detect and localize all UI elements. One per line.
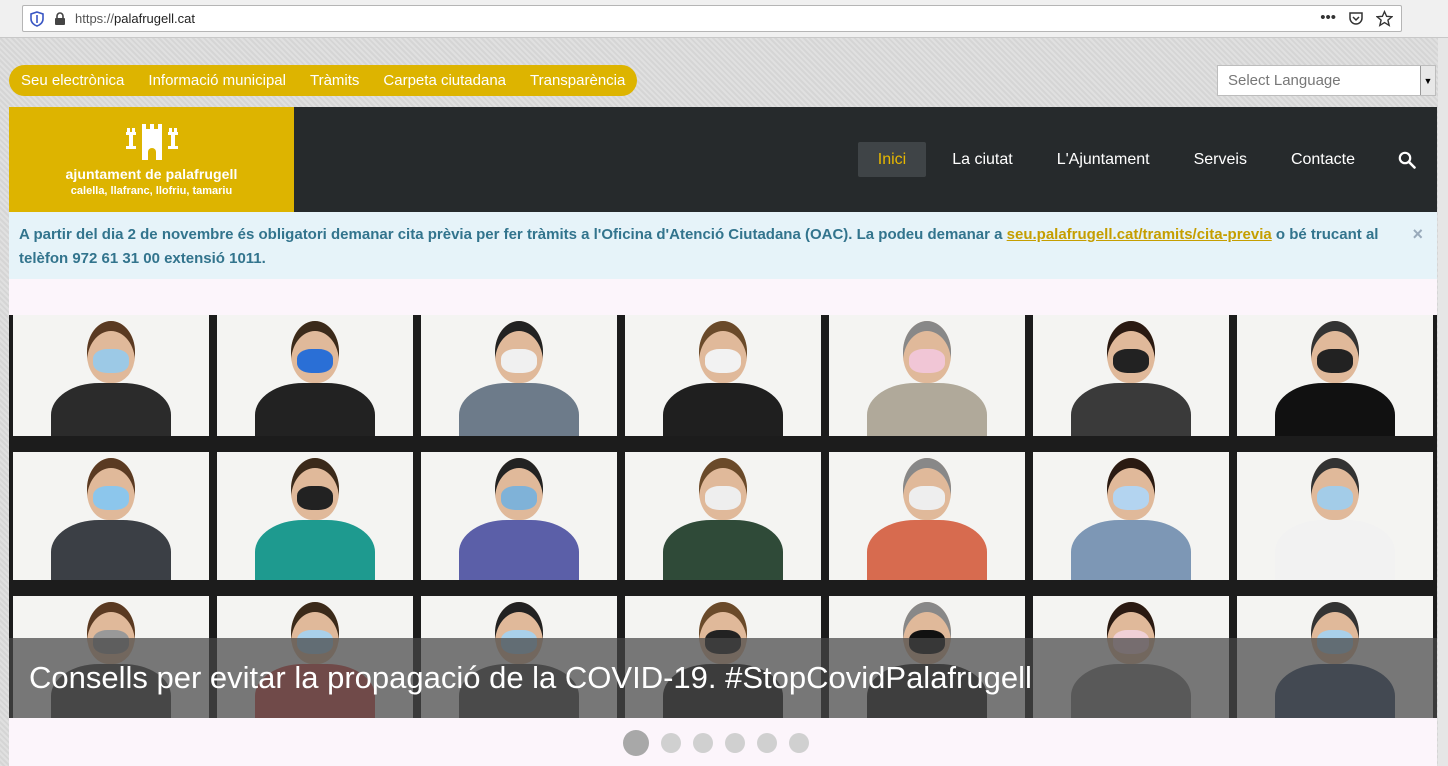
slider-dot-3[interactable] (693, 733, 713, 753)
slide-photo-tile (829, 452, 1025, 580)
slide-photo-tile (625, 452, 821, 580)
slide-photo-tile (217, 315, 413, 436)
face-mask (1317, 486, 1353, 510)
person-figure (867, 520, 987, 580)
search-button[interactable] (1377, 151, 1437, 169)
main-nav: Inici La ciutat L'Ajuntament Serveis Con… (857, 142, 1437, 177)
site-logo[interactable]: ajuntament de palafrugell calella, llafr… (9, 107, 294, 212)
notice-banner: A partir del dia 2 de novembre és obliga… (9, 212, 1437, 279)
person-figure (1071, 520, 1191, 580)
slide-photo-tile (829, 315, 1025, 436)
slider-dot-1[interactable] (623, 730, 649, 756)
person-figure (663, 520, 783, 580)
person-figure (51, 383, 171, 436)
person-figure (459, 383, 579, 436)
person-figure (1275, 520, 1395, 580)
lock-icon[interactable] (53, 11, 67, 26)
more-icon[interactable]: ••• (1320, 9, 1336, 27)
hero-slider[interactable]: Consells per evitar la propagació de la … (9, 315, 1437, 718)
pocket-icon[interactable] (1348, 10, 1364, 26)
slide-photo-tile (1033, 315, 1229, 436)
slider-dot-6[interactable] (789, 733, 809, 753)
shield-icon[interactable] (29, 10, 45, 27)
face-mask (1113, 486, 1149, 510)
face-mask (705, 349, 741, 373)
dropdown-arrow-icon[interactable]: ▼ (1420, 66, 1435, 95)
utility-nav-transparencia[interactable]: Transparència (530, 72, 625, 89)
logo-title: ajuntament de palafrugell (65, 166, 238, 182)
language-select-value: Select Language (1228, 72, 1341, 89)
slider-dot-5[interactable] (757, 733, 777, 753)
utility-nav-seu-electronica[interactable]: Seu electrònica (21, 72, 124, 89)
nav-la-ciutat[interactable]: La ciutat (930, 142, 1034, 177)
face-mask (93, 349, 129, 373)
person-figure (255, 520, 375, 580)
slide-caption-bar: Consells per evitar la propagació de la … (9, 638, 1437, 718)
browser-toolbar: https://palafrugell.cat ••• (0, 0, 1448, 38)
nav-inici[interactable]: Inici (857, 142, 927, 177)
nav-contacte[interactable]: Contacte (1269, 142, 1377, 177)
slide-photo-tile (13, 315, 209, 436)
utility-nav: Seu electrònica Informació municipal Trà… (9, 65, 638, 96)
castle-icon (125, 124, 178, 160)
slide-photo-tile (625, 315, 821, 436)
slide-photo-tile (217, 452, 413, 580)
face-mask (1317, 349, 1353, 373)
url-text[interactable]: https://palafrugell.cat (75, 11, 195, 26)
face-mask (501, 349, 537, 373)
slider-dot-2[interactable] (661, 733, 681, 753)
face-mask (1113, 349, 1149, 373)
person-figure (51, 520, 171, 580)
scrollbar[interactable] (1438, 38, 1448, 766)
language-select[interactable]: Select Language ▼ (1217, 65, 1436, 96)
bookmark-star-icon[interactable] (1376, 9, 1393, 27)
face-mask (93, 486, 129, 510)
utility-nav-tramits[interactable]: Tràmits (310, 72, 359, 89)
slide-photo-tile (421, 452, 617, 580)
close-icon[interactable]: × (1412, 222, 1423, 246)
face-mask (501, 486, 537, 510)
slide-photo-tile (1033, 452, 1229, 580)
notice-text-before: A partir del dia 2 de novembre és obliga… (19, 226, 1007, 243)
slide-photo-tile (1237, 315, 1433, 436)
face-mask (909, 349, 945, 373)
face-mask (909, 486, 945, 510)
slider-pagination (623, 730, 809, 756)
person-figure (1275, 383, 1395, 436)
slide-photo-tile (1237, 452, 1433, 580)
utility-nav-informacio-municipal[interactable]: Informació municipal (148, 72, 286, 89)
slide-caption[interactable]: Consells per evitar la propagació de la … (29, 660, 1032, 696)
face-mask (297, 349, 333, 373)
address-bar[interactable]: https://palafrugell.cat ••• (22, 5, 1402, 32)
person-figure (255, 383, 375, 436)
person-figure (867, 383, 987, 436)
nav-ajuntament[interactable]: L'Ajuntament (1035, 142, 1172, 177)
slide-photo-tile (13, 452, 209, 580)
search-icon (1398, 151, 1416, 169)
person-figure (1071, 383, 1191, 436)
notice-link[interactable]: seu.palafrugell.cat/tramits/cita-previa (1007, 226, 1272, 243)
nav-serveis[interactable]: Serveis (1172, 142, 1269, 177)
person-figure (459, 520, 579, 580)
logo-subtitle: calella, llafranc, llofriu, tamariu (70, 185, 233, 197)
site-header: ajuntament de palafrugell calella, llafr… (9, 107, 1437, 212)
face-mask (297, 486, 333, 510)
person-figure (663, 383, 783, 436)
slider-dot-4[interactable] (725, 733, 745, 753)
utility-nav-carpeta-ciutadana[interactable]: Carpeta ciutadana (383, 72, 506, 89)
slide-photo-tile (421, 315, 617, 436)
face-mask (705, 486, 741, 510)
